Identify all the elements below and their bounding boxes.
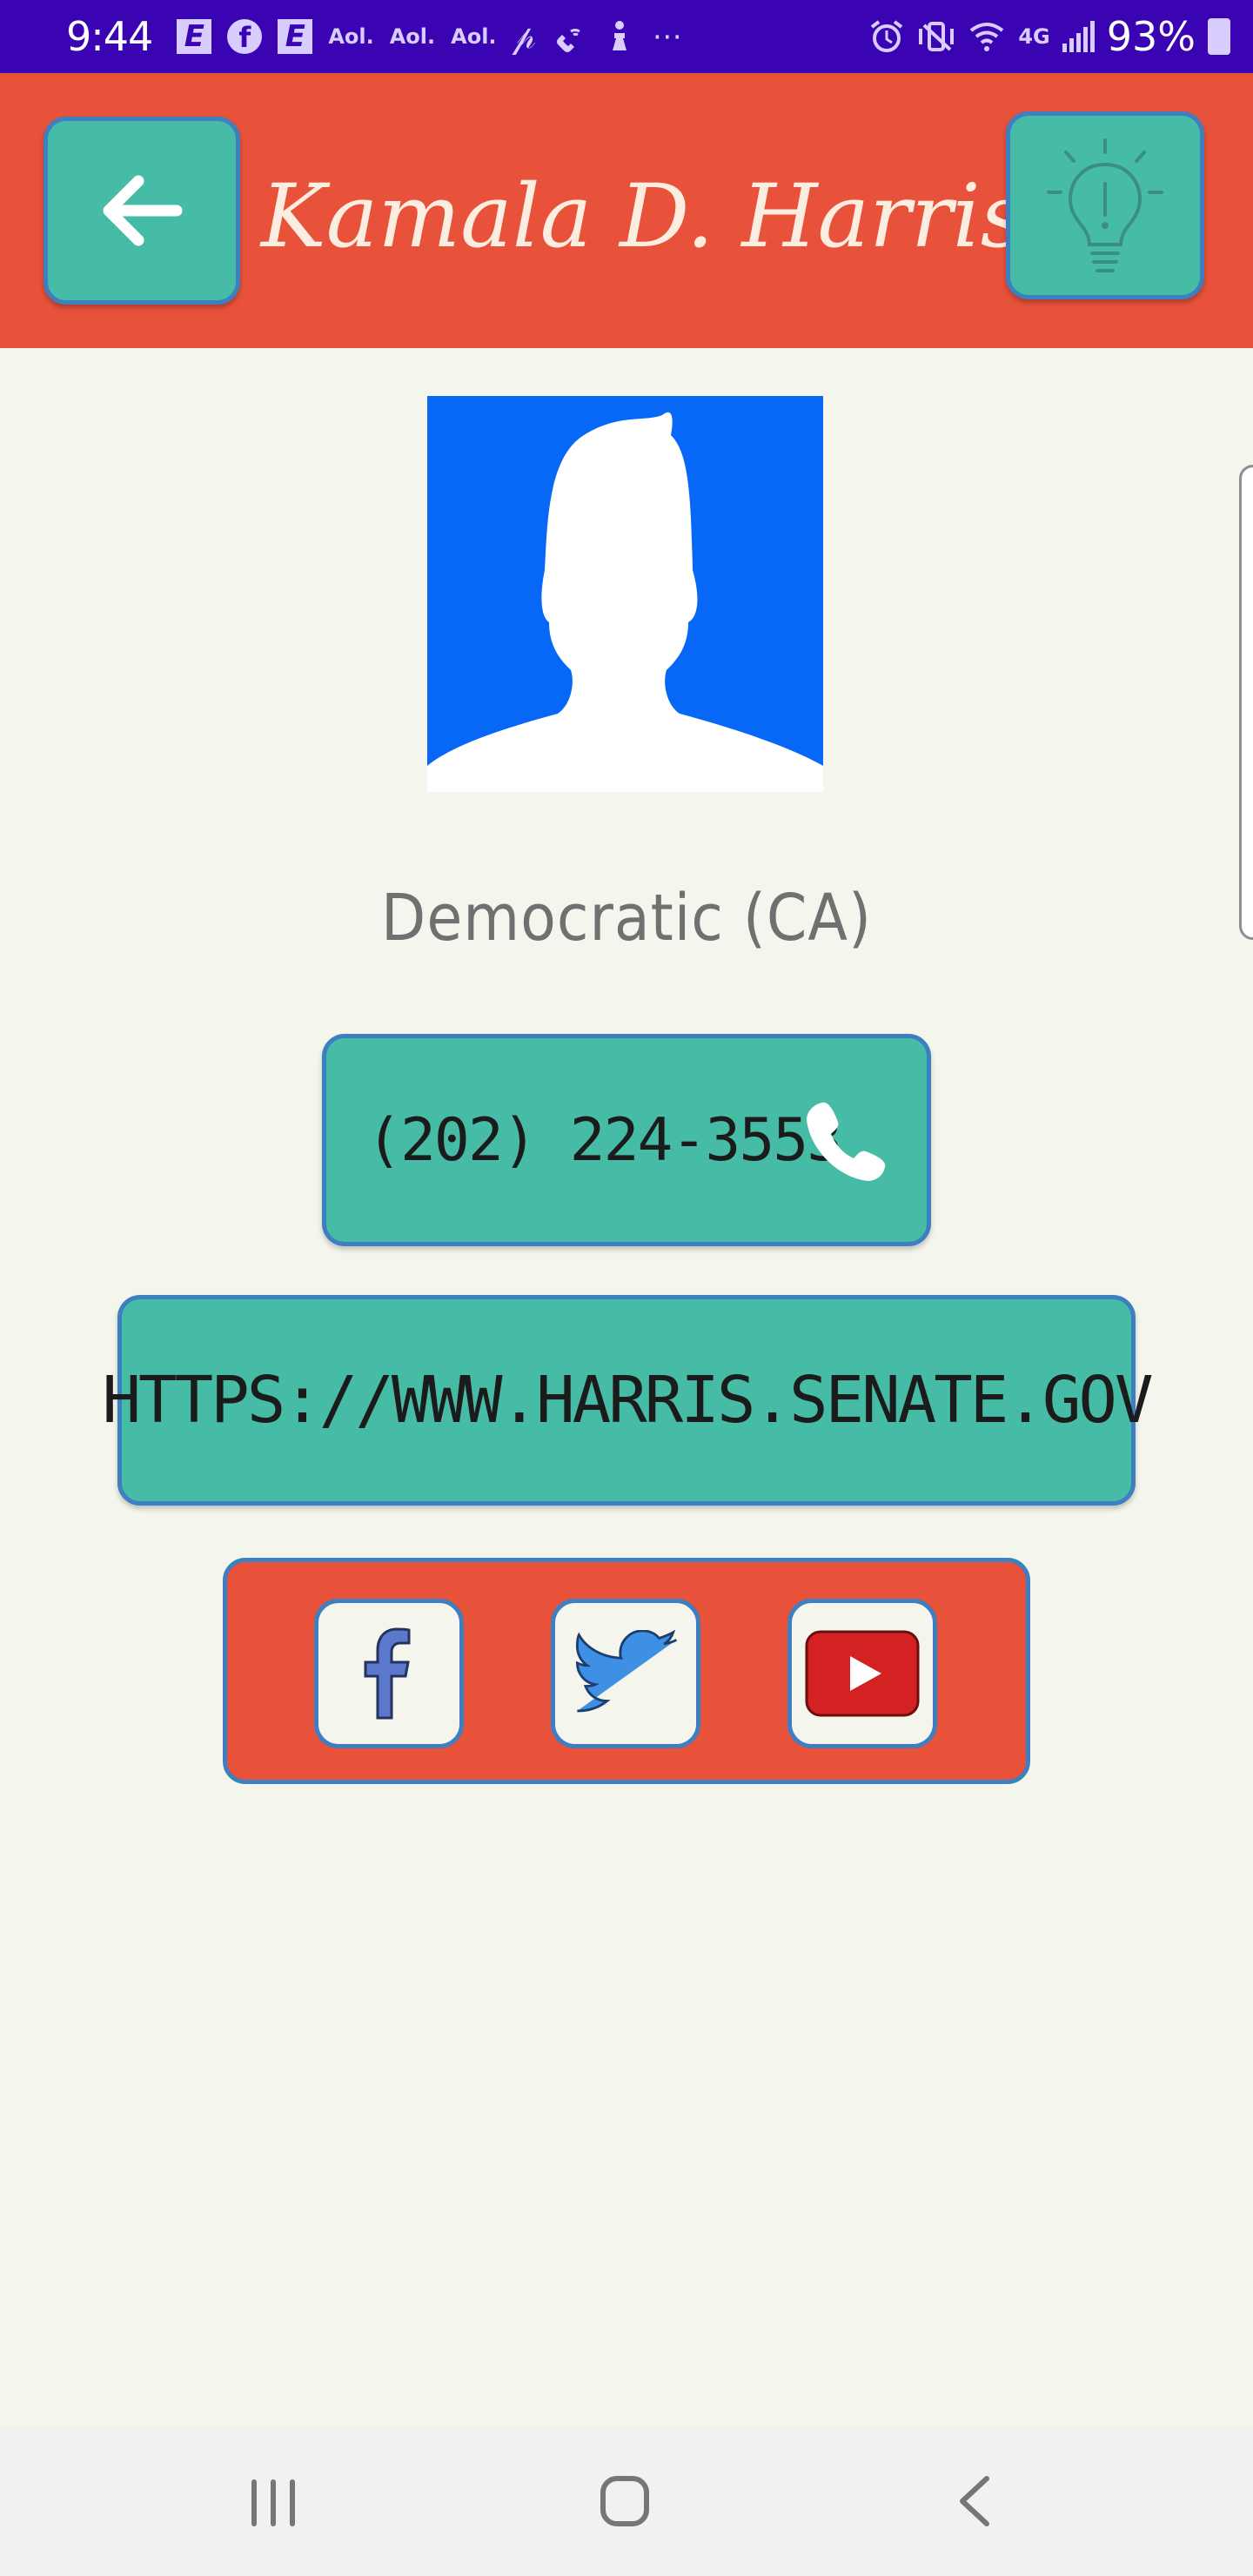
navigation-bar (0, 2428, 1253, 2576)
page-title: Kamala D. Harris (261, 165, 1026, 267)
status-time: 9:44 (66, 13, 153, 60)
party-label: Democratic (CA) (381, 881, 872, 956)
e-news-icon: E (278, 19, 313, 54)
facebook-icon (364, 1627, 411, 1720)
alarm-icon (871, 20, 903, 52)
system-icons: 4G 93% (868, 13, 1230, 60)
phone-icon (807, 1102, 886, 1181)
more-icon: ⋯ (652, 19, 682, 54)
e-news-icon: E (177, 19, 212, 54)
youtube-icon (805, 1630, 920, 1717)
status-bar: 9:44 E f E Aol. Aol. Aol. 𝓅 ⋯ 4G 93% (0, 0, 1253, 73)
home-icon[interactable] (599, 2473, 651, 2529)
phone-button[interactable]: (202) 224-3553 (322, 1034, 931, 1246)
website-button[interactable]: HTTPS://WWW.HARRIS.SENATE.GOV (103, 1295, 1154, 1506)
twitter-icon (575, 1630, 678, 1713)
battery-charging-icon (1208, 18, 1230, 55)
aol-icon: Aol. (328, 24, 374, 49)
back-button[interactable] (44, 117, 240, 305)
scroll-indicator[interactable] (1239, 465, 1253, 940)
accessibility-icon (612, 21, 626, 50)
lightbulb-icon (1047, 138, 1163, 272)
social-links-panel (223, 1558, 1030, 1784)
lte-icon: 4G (1018, 24, 1050, 49)
hint-button[interactable] (1006, 111, 1204, 299)
website-url: HTTPS://WWW.HARRIS.SENATE.GOV (102, 1363, 1154, 1438)
phone-number: (202) 224-3553 (366, 1105, 842, 1175)
arrow-left-icon (103, 175, 183, 246)
youtube-button[interactable] (787, 1599, 937, 1748)
notification-icons: E f E Aol. Aol. Aol. 𝓅 ⋯ (177, 17, 868, 57)
wifi-icon (970, 23, 1004, 51)
app-bar: Kamala D. Harris (0, 73, 1253, 348)
mute-vibrate-icon (919, 22, 955, 51)
wifi-calling-icon (556, 29, 580, 52)
person-silhouette-icon (427, 412, 823, 792)
recents-icon[interactable] (247, 2479, 299, 2527)
facebook-icon: f (227, 19, 263, 54)
pinterest-icon: 𝓅 (512, 17, 536, 56)
facebook-button[interactable] (314, 1599, 464, 1748)
battery-percent: 93% (1106, 13, 1196, 60)
twitter-button[interactable] (551, 1599, 700, 1748)
back-icon[interactable] (955, 2473, 994, 2529)
aol-icon: Aol. (451, 24, 497, 49)
aol-icon: Aol. (389, 24, 436, 49)
signal-icon (1062, 21, 1095, 52)
avatar (427, 396, 823, 792)
